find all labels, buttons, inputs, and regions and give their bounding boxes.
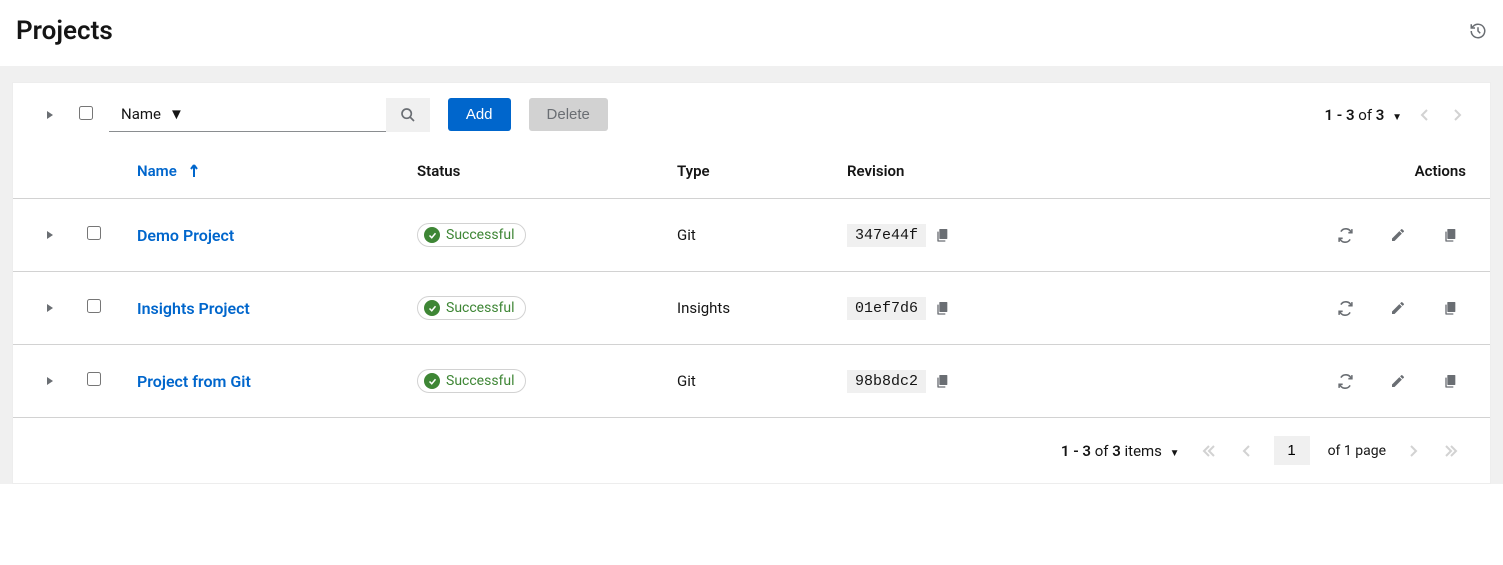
project-type: Git bbox=[677, 372, 847, 390]
next-page[interactable] bbox=[1404, 441, 1422, 461]
status-badge: Successful bbox=[417, 296, 526, 320]
last-page[interactable] bbox=[1440, 441, 1462, 461]
prev-page[interactable] bbox=[1238, 441, 1256, 461]
page-title: Projects bbox=[16, 16, 113, 46]
pagination-summary-top[interactable]: 1 - 3 of 3 ▼ bbox=[1324, 106, 1402, 124]
status-text: Successful bbox=[446, 373, 515, 389]
sort-arrow-icon bbox=[189, 164, 199, 178]
caret-down-icon: ▼ bbox=[169, 105, 184, 123]
check-circle-icon bbox=[424, 227, 440, 243]
check-circle-icon bbox=[424, 373, 440, 389]
duplicate-icon[interactable] bbox=[1442, 227, 1458, 244]
project-name-link[interactable]: Demo Project bbox=[137, 226, 417, 245]
check-circle-icon bbox=[424, 300, 440, 316]
copy-icon[interactable] bbox=[934, 227, 950, 243]
table-row: Insights Project Successful Insights 01e… bbox=[13, 272, 1490, 345]
expand-row-toggle[interactable] bbox=[37, 303, 87, 313]
project-type: Insights bbox=[677, 299, 847, 317]
revision-hash: 01ef7d6 bbox=[847, 297, 926, 320]
prev-page-top[interactable] bbox=[1416, 105, 1434, 125]
filter-field-dropdown[interactable]: Name ▼ bbox=[109, 97, 196, 131]
column-status[interactable]: Status bbox=[417, 162, 677, 180]
status-text: Successful bbox=[446, 227, 515, 243]
row-checkbox[interactable] bbox=[87, 372, 101, 386]
next-page-top[interactable] bbox=[1448, 105, 1466, 125]
status-badge: Successful bbox=[417, 223, 526, 247]
page-suffix: of 1 page bbox=[1328, 443, 1386, 459]
caret-down-icon: ▼ bbox=[1392, 112, 1402, 123]
column-type[interactable]: Type bbox=[677, 162, 847, 180]
duplicate-icon[interactable] bbox=[1442, 300, 1458, 317]
caret-down-icon: ▼ bbox=[1170, 448, 1180, 459]
table-row: Demo Project Successful Git 347e44f bbox=[13, 199, 1490, 272]
revision-hash: 347e44f bbox=[847, 224, 926, 247]
status-text: Successful bbox=[446, 300, 515, 316]
column-actions: Actions bbox=[1247, 162, 1466, 180]
column-name[interactable]: Name bbox=[137, 162, 417, 180]
column-name-label: Name bbox=[137, 162, 177, 180]
row-checkbox[interactable] bbox=[87, 299, 101, 313]
status-badge: Successful bbox=[417, 369, 526, 393]
table-row: Project from Git Successful Git 98b8dc2 bbox=[13, 345, 1490, 418]
delete-button: Delete bbox=[529, 98, 608, 131]
add-button[interactable]: Add bbox=[448, 98, 511, 131]
edit-icon[interactable] bbox=[1390, 227, 1406, 244]
pagination-summary-bottom[interactable]: 1 - 3 of 3 items ▼ bbox=[1061, 442, 1180, 460]
page-number-input[interactable] bbox=[1274, 436, 1310, 465]
history-icon[interactable] bbox=[1469, 22, 1487, 40]
filter-field-label: Name bbox=[121, 105, 161, 123]
projects-panel: Name ▼ Add Delete 1 - 3 of 3 ▼ bbox=[12, 82, 1491, 484]
sync-icon[interactable] bbox=[1337, 227, 1354, 244]
column-revision[interactable]: Revision bbox=[847, 162, 1247, 180]
edit-icon[interactable] bbox=[1390, 300, 1406, 317]
expand-row-toggle[interactable] bbox=[37, 230, 87, 240]
project-name-link[interactable]: Project from Git bbox=[137, 372, 417, 391]
row-checkbox[interactable] bbox=[87, 226, 101, 240]
sync-icon[interactable] bbox=[1337, 373, 1354, 390]
project-type: Git bbox=[677, 226, 847, 244]
search-button[interactable] bbox=[386, 98, 430, 132]
project-name-link[interactable]: Insights Project bbox=[137, 299, 417, 318]
first-page[interactable] bbox=[1198, 441, 1220, 461]
table-header: Name Status Type Revision Actions bbox=[13, 146, 1490, 199]
search-input[interactable] bbox=[196, 98, 386, 131]
expand-all-toggle[interactable] bbox=[37, 110, 63, 120]
select-all-checkbox[interactable] bbox=[79, 106, 93, 120]
copy-icon[interactable] bbox=[934, 300, 950, 316]
expand-row-toggle[interactable] bbox=[37, 376, 87, 386]
sync-icon[interactable] bbox=[1337, 300, 1354, 317]
duplicate-icon[interactable] bbox=[1442, 373, 1458, 390]
edit-icon[interactable] bbox=[1390, 373, 1406, 390]
copy-icon[interactable] bbox=[934, 373, 950, 389]
revision-hash: 98b8dc2 bbox=[847, 370, 926, 393]
